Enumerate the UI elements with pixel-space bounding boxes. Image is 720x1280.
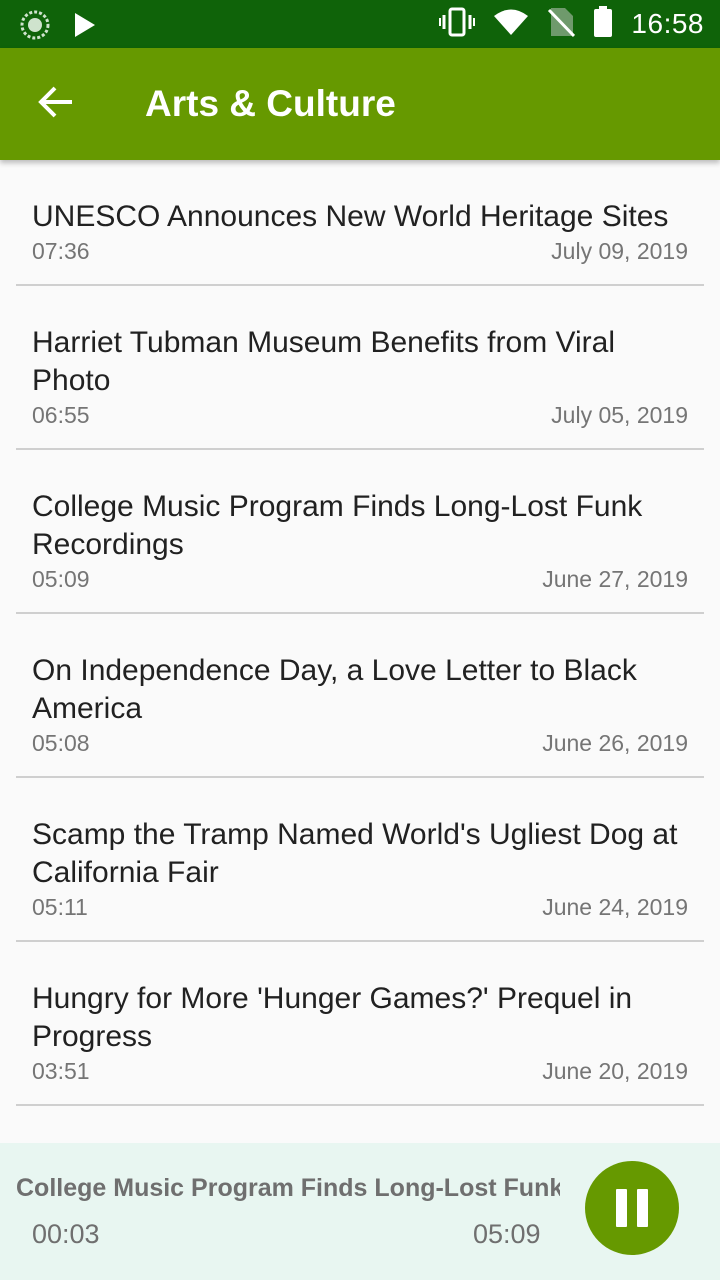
list-item[interactable]: Scamp the Tramp Named World's Ugliest Do… xyxy=(16,778,704,942)
vibrate-icon xyxy=(439,7,476,42)
article-title: College Music Program Finds Long-Lost Fu… xyxy=(32,490,643,561)
article-date: June 27, 2019 xyxy=(542,566,688,592)
article-duration: 07:36 xyxy=(32,238,90,264)
article-date: July 09, 2019 xyxy=(551,238,688,264)
page-title: Arts & Culture xyxy=(145,83,396,124)
article-title: UNESCO Announces New World Heritage Site… xyxy=(32,200,669,233)
article-list: UNESCO Announces New World Heritage Site… xyxy=(0,160,720,1106)
article-duration: 05:08 xyxy=(32,730,90,756)
article-date: June 20, 2019 xyxy=(542,1058,688,1084)
pause-button[interactable] xyxy=(585,1161,679,1255)
list-item[interactable]: Harriet Tubman Museum Benefits from Vira… xyxy=(16,286,704,450)
elapsed-time: 00:03 xyxy=(32,1219,100,1249)
no-sim-icon xyxy=(547,6,576,43)
arrow-back-icon xyxy=(38,84,74,125)
article-title: Harriet Tubman Museum Benefits from Vira… xyxy=(32,326,615,397)
article-duration: 05:09 xyxy=(32,566,90,592)
pause-icon xyxy=(616,1189,648,1227)
battery-icon xyxy=(593,5,613,43)
wifi-icon xyxy=(493,8,529,41)
sync-icon xyxy=(20,10,50,45)
clock: 16:58 xyxy=(631,8,704,39)
play-store-icon xyxy=(72,11,98,44)
article-title: Hungry for More 'Hunger Games?' Prequel … xyxy=(32,982,633,1053)
article-title: Scamp the Tramp Named World's Ugliest Do… xyxy=(32,818,678,889)
list-item[interactable]: UNESCO Announces New World Heritage Site… xyxy=(16,160,704,286)
article-duration: 03:51 xyxy=(32,1058,90,1084)
list-item[interactable]: On Independence Day, a Love Letter to Bl… xyxy=(16,614,704,778)
mini-player[interactable]: College Music Program Finds Long-Lost Fu… xyxy=(0,1143,720,1280)
back-button[interactable] xyxy=(22,70,90,138)
app-bar: Arts & Culture xyxy=(0,48,720,160)
total-duration: 05:09 xyxy=(473,1219,541,1249)
article-date: June 26, 2019 xyxy=(542,730,688,756)
list-item[interactable]: College Music Program Finds Long-Lost Fu… xyxy=(16,450,704,614)
now-playing-title: College Music Program Finds Long-Lost Fu… xyxy=(16,1174,560,1202)
article-date: July 05, 2019 xyxy=(551,402,688,428)
article-duration: 05:11 xyxy=(32,894,88,920)
article-title: On Independence Day, a Love Letter to Bl… xyxy=(32,654,637,725)
article-duration: 06:55 xyxy=(32,402,90,428)
article-date: June 24, 2019 xyxy=(542,894,688,920)
status-bar: 16:58 xyxy=(0,0,720,48)
list-item[interactable]: Hungry for More 'Hunger Games?' Prequel … xyxy=(16,942,704,1106)
